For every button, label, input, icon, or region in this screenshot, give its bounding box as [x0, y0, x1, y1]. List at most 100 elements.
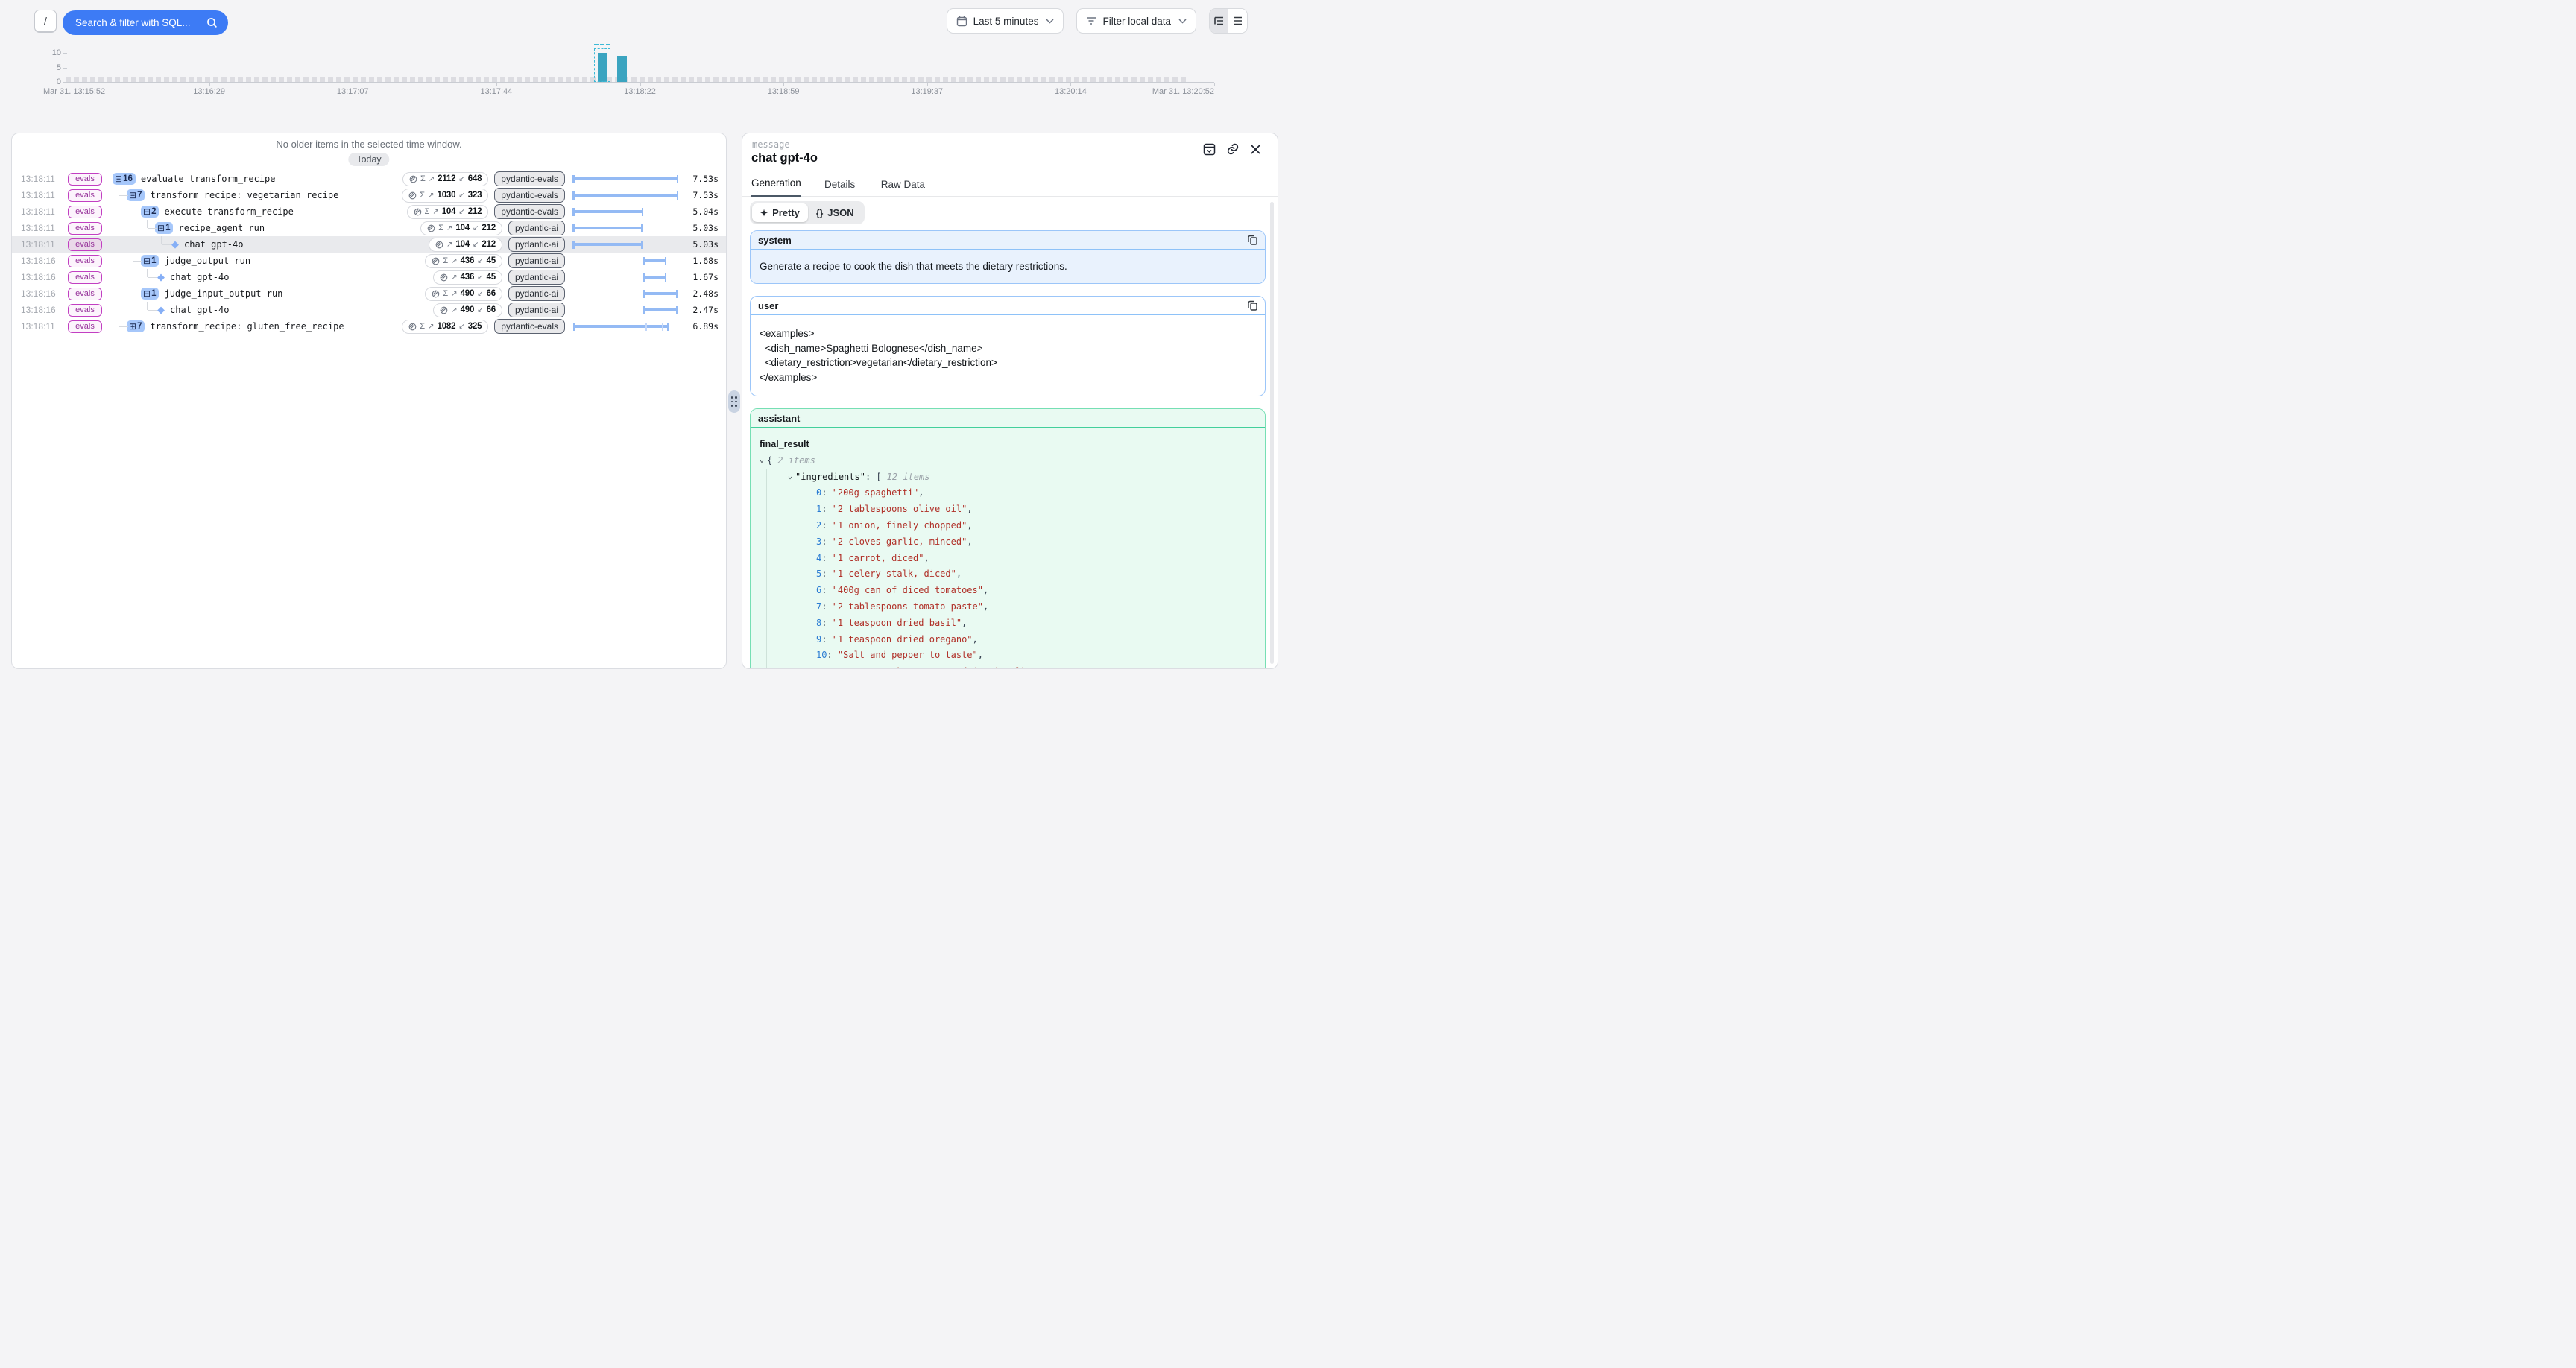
trace-row[interactable]: 13:18:11evals⊟2execute transform_recipeΣ… — [12, 203, 726, 220]
copy-icon[interactable] — [1248, 235, 1257, 245]
input-tokens-count: 1082 — [438, 322, 456, 331]
tree-toggle-badge[interactable]: ⊞7 — [127, 320, 145, 332]
duration-label: 2.47s — [692, 302, 719, 318]
evals-tag-chip[interactable]: evals — [68, 189, 102, 202]
output-tokens-arrow-icon: ↙ — [458, 323, 464, 331]
json-indent-guide — [766, 631, 788, 647]
evals-tag-chip[interactable]: evals — [68, 222, 102, 235]
slash-key-label: / — [44, 15, 47, 27]
json-string-value: "Salt and pepper to taste" — [838, 650, 978, 660]
json-indent-guide — [766, 647, 788, 664]
tree-toggle-badge[interactable]: ⊟2 — [141, 206, 159, 218]
tab-details[interactable]: Details — [824, 179, 855, 197]
duration-bar-line — [572, 227, 643, 229]
input-tokens-arrow-icon: ↗ — [451, 273, 457, 282]
evals-tag-chip[interactable]: evals — [68, 271, 102, 284]
duration-bar — [572, 171, 678, 187]
assistant-role-label: assistant — [758, 413, 800, 424]
trace-row[interactable]: 13:18:11evals⊟1recipe_agent runΣ↗104↙212… — [12, 220, 726, 236]
child-count: 2 — [151, 207, 156, 216]
tree-toggle-badge[interactable]: ⊟1 — [141, 255, 159, 267]
json-line: 9: "1 teaspoon dried oregano", — [760, 631, 1256, 647]
child-count: 16 — [123, 174, 133, 183]
input-tokens-arrow-icon: ↗ — [451, 257, 457, 265]
package-tag: pydantic-evals — [494, 319, 565, 334]
duration-bar-cap — [572, 224, 575, 232]
json-indent-guide — [795, 566, 816, 583]
tree-view-button[interactable] — [1210, 9, 1228, 33]
histogram-bar[interactable] — [617, 56, 627, 82]
json-punctuation: , — [962, 618, 967, 628]
json-punctuation: , — [924, 553, 929, 563]
evals-tag-chip[interactable]: evals — [68, 206, 102, 218]
output-tokens-count: 323 — [468, 191, 482, 200]
detail-scrollbar[interactable] — [1270, 202, 1274, 664]
slash-shortcut-key[interactable]: / — [34, 10, 57, 33]
duration-bar-cap — [572, 208, 575, 216]
system-message-text: Generate a recipe to cook the dish that … — [751, 250, 1265, 283]
tree-toggle-badge[interactable]: ⊟1 — [155, 222, 173, 234]
tree-connector — [113, 220, 127, 236]
tree-toggle-badge[interactable]: ⊟16 — [113, 173, 136, 185]
trace-row[interactable]: 13:18:11evals⊟16evaluate transform_recip… — [12, 171, 726, 187]
duration-bar-cap — [667, 323, 669, 331]
evals-tag-chip[interactable]: evals — [68, 255, 102, 267]
evals-tag-chip[interactable]: evals — [68, 238, 102, 251]
histogram-bar[interactable] — [598, 53, 607, 82]
evals-tag-chip[interactable]: evals — [68, 288, 102, 300]
sigma-total-icon: Σ — [420, 174, 426, 183]
trace-row[interactable]: 13:18:16evals⊟1judge_output runΣ↗436↙45p… — [12, 253, 726, 269]
duration-bar-cap — [641, 241, 643, 249]
filter-local-data-button[interactable]: Filter local data — [1076, 8, 1196, 34]
duration-bar-cap — [642, 208, 644, 216]
input-tokens-arrow-icon: ↗ — [432, 208, 438, 216]
search-input[interactable]: Search & filter with SQL... — [63, 10, 228, 35]
detail-tabs: GenerationDetailsRaw Data — [742, 196, 1278, 197]
selected-bucket-cap — [594, 44, 610, 45]
today-chip[interactable]: Today — [348, 153, 389, 166]
collapse-icon: ⊟ — [129, 191, 136, 200]
output-tokens-count: 648 — [468, 174, 482, 183]
json-string-value: "1 teaspoon dried basil" — [833, 618, 962, 628]
trace-row[interactable]: 13:18:16evals⊟1judge_input_output runΣ↗4… — [12, 285, 726, 302]
trace-row[interactable]: 13:18:16evals◆chat gpt-4o↗490↙66pydantic… — [12, 302, 726, 318]
close-icon[interactable] — [1250, 144, 1261, 155]
duration-bar — [572, 302, 678, 318]
tree-connector — [127, 253, 141, 269]
leaf-diamond-icon: ◆ — [157, 271, 165, 283]
row-timestamp: 13:18:11 — [21, 220, 55, 236]
copy-link-icon[interactable] — [1226, 142, 1240, 156]
row-meta-group: ↗104↙212pydantic-ai — [429, 236, 565, 253]
chevron-down-icon[interactable]: ⌄ — [788, 472, 792, 481]
trace-list-panel: No older items in the selected time wind… — [11, 133, 727, 669]
span-label: transform_recipe: vegetarian_recipe — [150, 190, 338, 200]
panel-resize-handle[interactable] — [728, 390, 740, 413]
time-range-button[interactable]: Last 5 minutes — [947, 8, 1064, 34]
copy-icon[interactable] — [1248, 300, 1257, 311]
json-indent-guide — [766, 663, 788, 669]
duration-label: 5.04s — [692, 203, 719, 220]
tree-connector — [127, 203, 141, 220]
chevron-down-icon[interactable]: ⌄ — [760, 456, 764, 464]
trace-row[interactable]: 13:18:11evals⊞7transform_recipe: gluten_… — [12, 318, 726, 335]
tab-raw-data[interactable]: Raw Data — [881, 179, 925, 197]
pretty-mode-button[interactable]: ✦Pretty — [752, 203, 808, 222]
tree-toggle-badge[interactable]: ⊟1 — [141, 288, 159, 300]
output-tokens-arrow-icon: ↙ — [458, 175, 464, 183]
child-count: 1 — [165, 224, 170, 232]
open-in-drawer-icon[interactable] — [1203, 143, 1216, 156]
trace-row[interactable]: 13:18:16evals◆chat gpt-4o↗436↙45pydantic… — [12, 269, 726, 285]
tab-generation[interactable]: Generation — [751, 177, 801, 197]
list-view-button[interactable] — [1228, 9, 1247, 33]
evals-tag-chip[interactable]: evals — [68, 320, 102, 333]
evals-tag-chip[interactable]: evals — [68, 173, 102, 186]
json-mode-button[interactable]: {}JSON — [808, 203, 862, 222]
trace-row[interactable]: 13:18:11evals◆chat gpt-4o↗104↙212pydanti… — [12, 236, 726, 253]
mode-label: Pretty — [772, 207, 800, 218]
json-indent-guide — [795, 550, 816, 566]
x-axis-tick-label: 13:20:14 — [1055, 87, 1087, 96]
evals-tag-chip[interactable]: evals — [68, 304, 102, 317]
trace-row[interactable]: 13:18:11evals⊟7transform_recipe: vegetar… — [12, 187, 726, 203]
child-count: 7 — [137, 322, 142, 331]
tree-toggle-badge[interactable]: ⊟7 — [127, 189, 145, 201]
